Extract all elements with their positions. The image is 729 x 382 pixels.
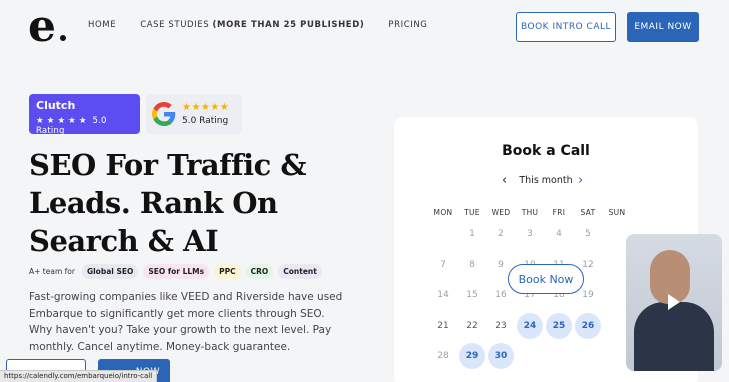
weekday-thu: THU xyxy=(521,208,539,217)
weekday-sat: SAT xyxy=(580,208,596,217)
next-month-icon[interactable]: › xyxy=(578,173,583,188)
main-nav: HOME CASE STUDIES (MORE THAN 25 PUBLISHE… xyxy=(88,20,428,30)
logo-dot-icon xyxy=(58,33,68,43)
clutch-badge[interactable]: Clutch ★ ★ ★ ★ ★ 5.0 Rating xyxy=(29,94,140,136)
play-icon[interactable] xyxy=(668,294,680,310)
calendar-day[interactable]: 29 xyxy=(459,343,485,369)
google-rating-block: ★★★★★ 5.0 Rating xyxy=(182,102,229,126)
nav-case-studies[interactable]: CASE STUDIES (MORE THAN 25 PUBLISHED) xyxy=(140,20,364,30)
tag-content: Content xyxy=(278,264,322,279)
nav-case-studies-count: (MORE THAN 25 PUBLISHED) xyxy=(212,20,365,30)
booking-title: Book a Call xyxy=(502,143,590,159)
google-stars-icon: ★★★★★ xyxy=(182,102,230,113)
nav-pricing[interactable]: PRICING xyxy=(388,20,427,30)
weekday-mon: MON xyxy=(433,208,453,217)
clutch-stars-icon: ★ ★ ★ ★ ★ xyxy=(36,116,87,126)
logo[interactable]: e xyxy=(28,5,68,49)
hero-headline: SEO For Traffic & Leads. Rank On Search … xyxy=(29,146,349,260)
tags-lead: A+ team for xyxy=(29,267,75,276)
tag-global-seo: Global SEO xyxy=(81,264,139,279)
calendar-day: 15 xyxy=(466,290,478,300)
google-badge[interactable]: ★★★★★ 5.0 Rating xyxy=(146,94,242,134)
calendar-day[interactable]: 24 xyxy=(517,312,543,339)
calendar-day: 2 xyxy=(498,229,504,239)
tag-ppc: PPC xyxy=(214,264,241,279)
service-tags: A+ team for Global SEO SEO for LLMs PPC … xyxy=(29,264,322,279)
weekday-tue: TUE xyxy=(464,208,480,217)
calendar-day: 14 xyxy=(437,290,449,300)
nav-home[interactable]: HOME xyxy=(88,20,116,30)
book-intro-call-button[interactable]: BOOK INTRO CALL xyxy=(516,12,616,42)
calendar-day: 3 xyxy=(527,229,533,239)
intro-video[interactable] xyxy=(626,234,722,371)
weekday-sun: SUN xyxy=(608,208,626,217)
calendar-day[interactable]: 30 xyxy=(488,343,514,369)
calendar-day: 23 xyxy=(495,320,507,331)
browser-status-url: https://calendly.com/embarqueio/intro-ca… xyxy=(0,370,158,382)
hero-description: Fast-growing companies like VEED and Riv… xyxy=(29,291,343,353)
google-rating-text: 5.0 Rating xyxy=(182,116,229,126)
calendar-day: 22 xyxy=(466,320,478,331)
clutch-rating: ★ ★ ★ ★ ★ 5.0 Rating xyxy=(36,116,133,136)
logo-letter: e xyxy=(28,1,56,52)
video-person-body xyxy=(634,302,714,371)
calendar-day: 28 xyxy=(437,351,449,361)
weekday-wed: WED xyxy=(491,208,511,217)
calendar-day: 7 xyxy=(440,259,446,270)
email-now-button[interactable]: EMAIL NOW xyxy=(627,12,699,42)
headline-line-3: Search & AI xyxy=(29,224,219,258)
weekday-fri: FRI xyxy=(552,208,566,217)
google-icon xyxy=(152,102,176,126)
headline-line-2: Leads. Rank On xyxy=(29,186,278,220)
calendar-day[interactable]: 26 xyxy=(575,312,601,339)
calendar-day: 8 xyxy=(469,259,475,270)
calendar-day: 1 xyxy=(469,229,475,239)
nav-case-studies-label: CASE STUDIES xyxy=(140,20,213,30)
tag-seo-llms: SEO for LLMs xyxy=(143,264,210,279)
calendar-day: 5 xyxy=(585,229,591,239)
month-label: This month xyxy=(519,175,573,186)
clutch-name: Clutch xyxy=(36,99,76,112)
calendar-day: 4 xyxy=(556,229,562,239)
headline-line-1: SEO For Traffic & xyxy=(29,148,307,182)
calendar-day: 21 xyxy=(437,320,449,331)
tag-cro: CRO xyxy=(245,264,274,279)
book-now-button[interactable]: Book Now xyxy=(508,264,584,294)
calendar-day[interactable]: 25 xyxy=(546,312,572,339)
